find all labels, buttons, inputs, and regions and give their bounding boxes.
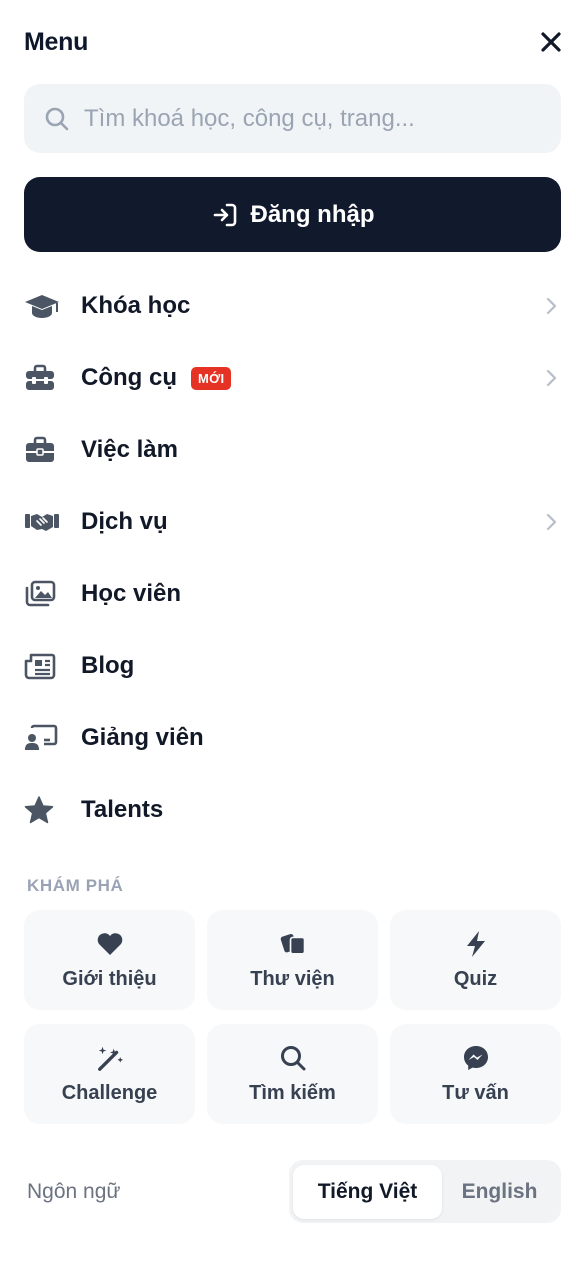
bolt-icon [462, 930, 490, 958]
menu-item-instructors[interactable]: Giảng viên [24, 702, 561, 774]
close-icon [541, 32, 561, 52]
magic-wand-icon [96, 1044, 124, 1072]
teacher-icon [24, 718, 64, 758]
menu-item-talents[interactable]: Talents [24, 774, 561, 846]
menu-title: Menu [24, 27, 89, 56]
menu-item-label: Dịch vụ [81, 508, 168, 535]
explore-tile-consult[interactable]: Tư vấn [390, 1024, 561, 1124]
menu-item-label: Công cụ [81, 364, 177, 391]
search-bar[interactable] [24, 84, 561, 153]
explore-grid: Giới thiệu Thư viện Quiz Challenge Tìm k… [24, 910, 561, 1124]
menu-item-services[interactable]: Dịch vụ [24, 486, 561, 558]
language-switch: Tiếng Việt English [289, 1160, 561, 1223]
explore-tile-challenge[interactable]: Challenge [24, 1024, 195, 1124]
menu-item-students[interactable]: Học viên [24, 558, 561, 630]
main-menu: Khóa học Công cụ MỚI Việc làm Dịch vụ Họ… [24, 270, 561, 846]
explore-tile-search[interactable]: Tìm kiếm [207, 1024, 378, 1124]
explore-tile-about[interactable]: Giới thiệu [24, 910, 195, 1010]
menu-item-blog[interactable]: Blog [24, 630, 561, 702]
menu-item-jobs[interactable]: Việc làm [24, 414, 561, 486]
search-icon [279, 1044, 307, 1072]
briefcase-icon [24, 430, 64, 470]
explore-tile-library[interactable]: Thư viện [207, 910, 378, 1010]
newspaper-icon [24, 646, 64, 686]
menu-item-label: Khóa học [81, 292, 191, 319]
search-input[interactable] [84, 104, 524, 133]
chevron-right-icon [543, 368, 559, 388]
heart-icon [96, 930, 124, 958]
login-icon [211, 201, 239, 229]
explore-section-title: KHÁM PHÁ [27, 876, 124, 895]
tile-label: Quiz [453, 967, 498, 990]
close-button[interactable] [535, 26, 567, 58]
star-icon [24, 790, 64, 830]
toolbox-icon [24, 358, 64, 398]
menu-item-label: Talents [81, 796, 164, 823]
messenger-icon [462, 1044, 490, 1072]
search-icon [44, 106, 70, 132]
menu-item-label: Việc làm [81, 436, 178, 463]
language-option-vietnamese[interactable]: Tiếng Việt [293, 1164, 442, 1219]
tile-label: Tìm kiếm [249, 1081, 336, 1104]
menu-item-label: Học viên [81, 580, 182, 607]
explore-tile-quiz[interactable]: Quiz [390, 910, 561, 1010]
graduation-cap-icon [24, 286, 64, 326]
login-button[interactable]: Đăng nhập [24, 177, 561, 252]
language-option-english[interactable]: English [442, 1165, 557, 1219]
photo-gallery-icon [24, 574, 64, 614]
tile-label: Tư vấn [442, 1081, 509, 1104]
chevron-right-icon [543, 512, 559, 532]
new-badge: MỚI [191, 366, 232, 390]
handshake-icon [24, 502, 64, 542]
menu-item-tools[interactable]: Công cụ MỚI [24, 342, 561, 414]
language-label: Ngôn ngữ [27, 1179, 121, 1203]
login-button-label: Đăng nhập [250, 200, 375, 228]
tile-label: Challenge [61, 1081, 158, 1104]
cards-icon [279, 930, 307, 958]
menu-item-courses[interactable]: Khóa học [24, 270, 561, 342]
tile-label: Thư viện [250, 967, 335, 990]
chevron-right-icon [543, 296, 559, 316]
menu-item-label: Giảng viên [81, 724, 204, 751]
tile-label: Giới thiệu [62, 967, 157, 990]
language-row: Ngôn ngữ Tiếng Việt English [24, 1160, 561, 1223]
menu-item-label: Blog [81, 652, 135, 679]
menu-header: Menu [24, 22, 561, 62]
